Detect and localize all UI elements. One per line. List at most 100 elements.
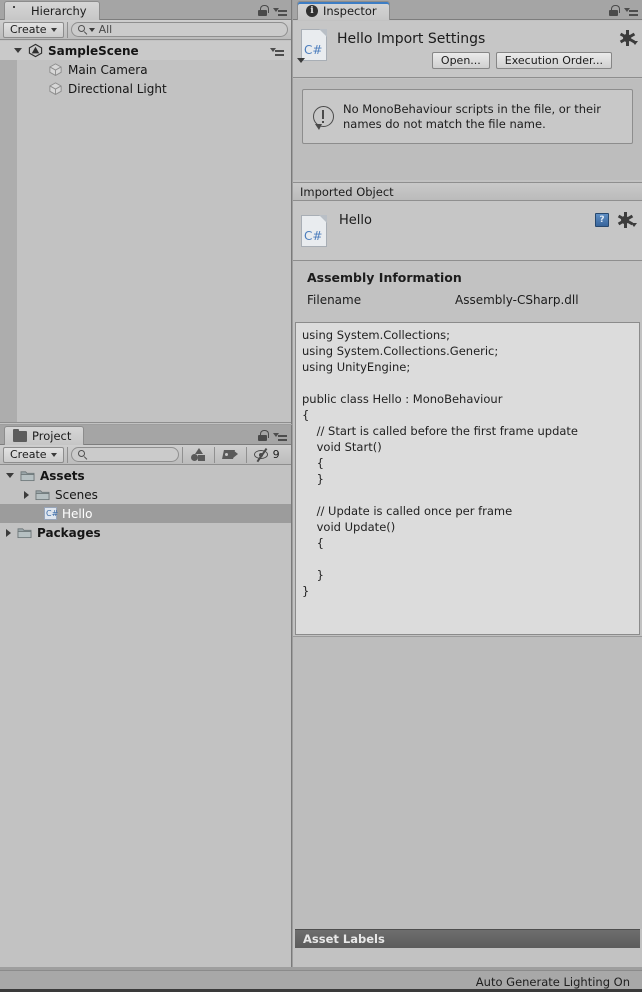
type-filter-icon xyxy=(190,448,206,461)
import-settings-header: C# Hello Import Settings Open... Executi… xyxy=(293,21,642,78)
status-bar-text: Auto Generate Lighting On xyxy=(475,974,630,989)
chevron-down-icon xyxy=(50,27,57,32)
label-filter-icon xyxy=(221,448,238,461)
tab-inspector[interactable]: i Inspector xyxy=(297,1,390,20)
project-panel: Project Create 9 Assets Scenes C# Hello … xyxy=(0,425,292,967)
assembly-information-section: Assembly Information Filename Assembly-C… xyxy=(293,262,642,320)
tab-project[interactable]: Project xyxy=(4,426,85,445)
search-filter-chevron-icon[interactable] xyxy=(88,27,95,32)
project-item-assets[interactable]: Assets xyxy=(0,466,291,485)
open-button-label: Open... xyxy=(440,54,481,67)
chevron-right-icon[interactable] xyxy=(24,490,29,499)
lock-icon[interactable] xyxy=(257,4,269,16)
asset-labels-label: Asset Labels xyxy=(303,932,385,946)
hierarchy-tree: SampleScene Main Camera Directional Ligh… xyxy=(0,41,291,423)
csharp-file-icon: C# xyxy=(301,29,327,61)
warning-message: No MonoBehaviour scripts in the file, or… xyxy=(343,101,601,131)
hierarchy-search-text: All xyxy=(98,23,113,36)
unity-logo-icon xyxy=(28,43,43,58)
project-tree: Assets Scenes C# Hello Packages xyxy=(0,466,291,967)
folder-icon xyxy=(35,490,50,501)
assembly-row-filename: Filename Assembly-CSharp.dll xyxy=(293,293,642,307)
hierarchy-icon xyxy=(13,5,26,17)
tab-hierarchy-label: Hierarchy xyxy=(31,4,87,18)
search-icon xyxy=(77,450,87,461)
chevron-down-icon[interactable] xyxy=(6,473,14,478)
project-visibility-button[interactable]: 9 xyxy=(250,447,284,463)
project-item-label: Scenes xyxy=(55,487,98,502)
gear-icon[interactable] xyxy=(617,212,634,228)
hamburger-menu-icon[interactable] xyxy=(273,5,287,16)
chevron-right-icon[interactable] xyxy=(6,528,11,537)
help-book-icon[interactable]: ? xyxy=(595,213,609,227)
project-create-button[interactable]: Create xyxy=(3,446,64,463)
hierarchy-item-label: Directional Light xyxy=(68,81,167,96)
inspector-empty-area xyxy=(293,636,642,929)
folder-icon xyxy=(13,428,27,442)
hierarchy-toolbar: Create All xyxy=(0,20,291,40)
folder-icon xyxy=(20,471,35,482)
hamburger-menu-icon[interactable] xyxy=(273,430,287,441)
project-toolbar: Create 9 xyxy=(0,445,291,465)
toolbar-divider xyxy=(66,446,68,463)
execution-order-button-label: Execution Order... xyxy=(504,54,603,67)
gear-chevron-icon[interactable] xyxy=(631,223,637,227)
eye-off-icon xyxy=(253,447,270,463)
hamburger-menu-icon[interactable] xyxy=(624,5,638,16)
open-button[interactable]: Open... xyxy=(431,52,490,69)
hierarchy-create-button[interactable]: Create xyxy=(3,21,64,38)
hierarchy-item-main-camera[interactable]: Main Camera xyxy=(0,60,291,79)
tab-hierarchy[interactable]: Hierarchy xyxy=(4,1,100,20)
chevron-down-icon[interactable] xyxy=(14,48,22,53)
hamburger-menu-icon[interactable] xyxy=(270,45,284,56)
asset-labels-bar[interactable]: Asset Labels xyxy=(295,929,640,948)
hierarchy-item-directional-light[interactable]: Directional Light xyxy=(0,79,291,98)
csharp-file-icon-wrap: C# xyxy=(297,29,327,63)
hierarchy-tabbar: Hierarchy xyxy=(0,0,291,20)
assembly-information-title: Assembly Information xyxy=(307,270,462,285)
gear-chevron-icon[interactable] xyxy=(632,41,638,45)
assembly-row-label: Filename xyxy=(307,293,362,307)
hierarchy-search-input[interactable]: All xyxy=(70,22,288,37)
search-icon xyxy=(77,25,87,36)
cube-icon xyxy=(49,82,62,95)
expand-chevron-icon[interactable] xyxy=(297,58,305,63)
hierarchy-gutter xyxy=(0,60,17,422)
tab-project-label: Project xyxy=(32,429,72,443)
inspector-panel: i Inspector C# Hello Import Settings Ope… xyxy=(293,0,642,967)
project-tabbar: Project xyxy=(0,425,291,445)
project-item-hello[interactable]: C# Hello xyxy=(0,504,291,523)
hierarchy-scene-row[interactable]: SampleScene xyxy=(0,41,291,60)
imported-object-row: C# Hello ? xyxy=(293,201,642,261)
project-search-input[interactable] xyxy=(70,447,179,462)
csharp-icon: C# xyxy=(44,507,59,520)
import-settings-title: Hello Import Settings xyxy=(337,31,486,47)
hierarchy-tab-controls xyxy=(257,2,287,18)
cube-icon xyxy=(49,63,62,76)
project-visibility-count: 9 xyxy=(272,448,280,461)
code-preview[interactable]: using System.Collections; using System.C… xyxy=(295,322,640,635)
project-create-label: Create xyxy=(10,448,47,461)
info-icon: i xyxy=(306,5,318,17)
imported-object-header-label: Imported Object xyxy=(300,184,394,199)
csharp-file-icon: C# xyxy=(301,214,327,247)
folder-icon xyxy=(17,528,32,539)
lock-icon[interactable] xyxy=(257,429,269,441)
inspector-tab-controls xyxy=(608,2,638,18)
execution-order-button[interactable]: Execution Order... xyxy=(495,52,612,69)
warning-icon xyxy=(313,106,334,130)
assembly-row-value: Assembly-CSharp.dll xyxy=(455,293,579,307)
lock-icon[interactable] xyxy=(608,4,620,16)
project-item-scenes[interactable]: Scenes xyxy=(0,485,291,504)
hierarchy-item-label: Main Camera xyxy=(68,62,148,77)
toolbar-divider xyxy=(213,446,215,463)
tab-inspector-label: Inspector xyxy=(323,4,377,18)
toolbar-divider xyxy=(181,446,183,463)
unity-editor-window: Hierarchy Create All SampleScene Main Ca… xyxy=(0,0,642,992)
project-label-filter-button[interactable] xyxy=(218,448,243,461)
inspector-tabbar: i Inspector xyxy=(293,0,642,20)
project-item-packages[interactable]: Packages xyxy=(0,523,291,542)
project-item-label: Assets xyxy=(40,468,85,483)
project-item-label: Hello xyxy=(62,506,93,521)
project-type-filter-button[interactable] xyxy=(186,448,211,461)
